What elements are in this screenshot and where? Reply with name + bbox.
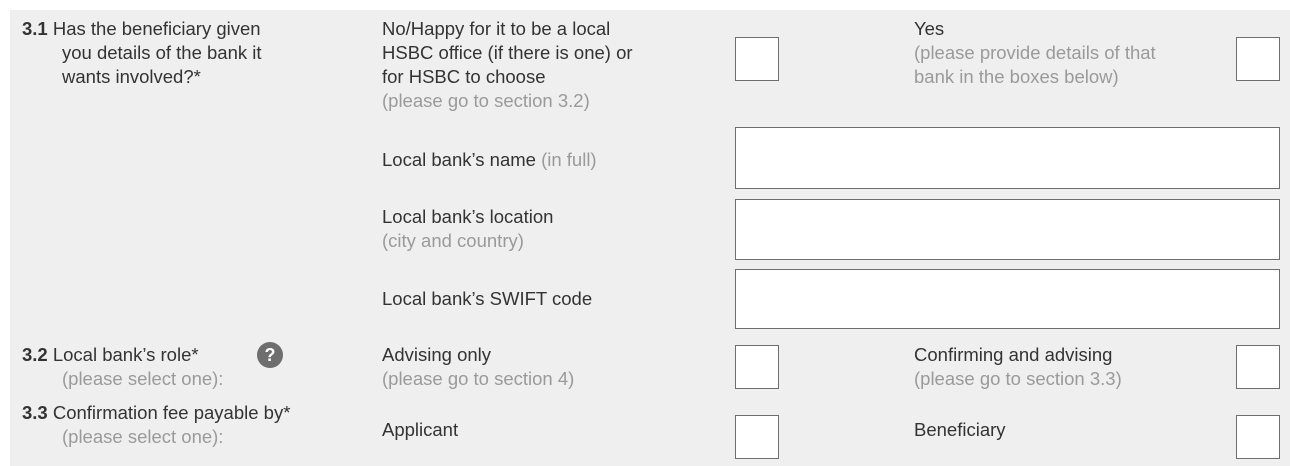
applicant-label: Applicant [382, 419, 459, 440]
question-3-1-line-2: you details of the bank it [62, 42, 262, 63]
help-icon[interactable]: ? [257, 342, 283, 368]
confirming-advising-label: Confirming and advising [914, 344, 1113, 365]
section-number-3-3: 3.3 [22, 402, 48, 423]
advising-only-hint: (please go to section 4) [382, 368, 575, 389]
question-3-2-text: Local bank’s role* [52, 344, 199, 365]
no-option-label-line-3: for HSBC to choose [382, 66, 546, 87]
letter-of-credit-form-section: 3.1 Has the beneficiary given you detail… [0, 0, 1290, 466]
bank-name-hint: (in full) [541, 149, 597, 170]
form-panel: 3.1 Has the beneficiary given you detail… [10, 10, 1290, 466]
bank-location-label: Local bank’s location [382, 206, 554, 227]
no-option-checkbox[interactable] [735, 37, 779, 81]
no-option-label-line-2: HSBC office (if there is one) or [382, 42, 633, 63]
bank-name-field[interactable] [735, 127, 1280, 189]
question-3-3-text: Confirmation fee payable by* [52, 402, 291, 423]
yes-option-hint-line-2: bank in the boxes below) [914, 66, 1119, 87]
question-3-1-line-1: 3.1 Has the beneficiary given [22, 18, 261, 40]
no-option-label-line-1: No/Happy for it to be a local [382, 18, 611, 39]
question-3-2-line-1: 3.2 Local bank’s role* [22, 344, 199, 366]
question-3-1-text-1: Has the beneficiary given [52, 18, 261, 39]
question-3-2-hint: (please select one): [62, 368, 224, 389]
confirming-advising-hint: (please go to section 3.3) [914, 368, 1122, 389]
section-number-3-2: 3.2 [22, 344, 48, 365]
beneficiary-label: Beneficiary [914, 419, 1006, 440]
bank-name-label: Local bank’s name (in full) [382, 149, 597, 171]
bank-location-field[interactable] [735, 199, 1280, 260]
yes-option-label: Yes [914, 18, 945, 39]
question-3-3-line-1: 3.3 Confirmation fee payable by* [22, 402, 290, 424]
section-number-3-1: 3.1 [22, 18, 48, 39]
applicant-checkbox[interactable] [735, 415, 779, 459]
no-option-hint: (please go to section 3.2) [382, 90, 590, 111]
bank-swift-label: Local bank’s SWIFT code [382, 288, 593, 309]
bank-swift-field[interactable] [735, 269, 1280, 329]
bank-name-label-text: Local bank’s name [382, 149, 536, 170]
yes-option-checkbox[interactable] [1236, 37, 1280, 81]
beneficiary-checkbox[interactable] [1236, 415, 1280, 459]
confirming-advising-checkbox[interactable] [1236, 345, 1280, 389]
yes-option-hint-line-1: (please provide details of that [914, 42, 1156, 63]
question-3-1-line-3: wants involved?* [62, 66, 201, 87]
advising-only-checkbox[interactable] [735, 345, 779, 389]
question-3-3-hint: (please select one): [62, 426, 224, 447]
bank-location-hint: (city and country) [382, 230, 524, 251]
advising-only-label: Advising only [382, 344, 492, 365]
